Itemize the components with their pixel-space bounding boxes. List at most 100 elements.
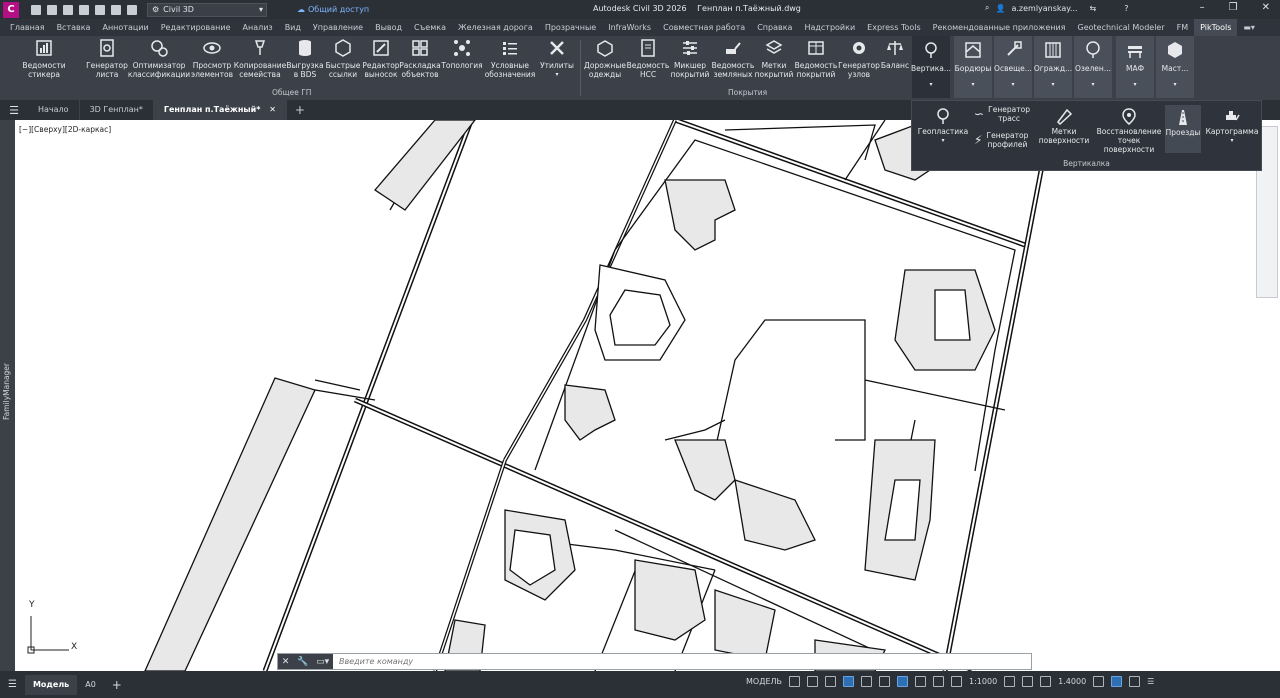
pik-curbs-button[interactable]: Бордюры ▾ [954, 36, 992, 98]
viewport-label[interactable]: [−][Сверху][2D-каркас] [19, 125, 111, 134]
earthworks-sheet-button[interactable]: Ведомость земляных [710, 38, 756, 79]
callout-editor-button[interactable]: Редактор выносок [362, 38, 400, 79]
command-input[interactable] [333, 654, 1031, 669]
lineweight-toggle-icon[interactable] [933, 676, 945, 687]
wrench-icon[interactable]: 🔧 [297, 657, 308, 667]
tab-survey[interactable]: Съемка [408, 19, 452, 36]
nss-sheet-button[interactable]: Ведомость НСС [626, 38, 670, 79]
tab-annotate[interactable]: Аннотации [96, 19, 154, 36]
family-copy-button[interactable]: Копирование семейства [234, 38, 286, 79]
restore-icon[interactable]: ❐ [1229, 2, 1238, 13]
hardware-accel-icon[interactable] [1111, 676, 1123, 687]
tab-fm[interactable]: FM [1171, 19, 1195, 36]
workspace-select[interactable]: ⚙ Civil 3D ▾ [147, 2, 267, 17]
cartogram-button[interactable]: Картограмма ▾ [1204, 107, 1260, 145]
restore-points-button[interactable]: Восстановление точек поверхности [1094, 107, 1164, 154]
tab-piktools[interactable]: PikTools [1194, 19, 1238, 36]
doc-tab-3d-genplan[interactable]: 3D Генплан* [80, 100, 154, 120]
object-layout-button[interactable]: Раскладка объектов [399, 38, 441, 79]
redo-icon[interactable] [127, 4, 137, 15]
legend-button[interactable]: Условные обозначения [484, 38, 536, 79]
ribbon-toggle-icon[interactable]: ▬▾ [1237, 19, 1261, 36]
coverage-sheet-button[interactable]: Ведомость покрытий [794, 38, 838, 79]
user-name[interactable]: a.zemlyanskay... [1011, 4, 1077, 13]
annotation-scale[interactable]: 1:1000 [969, 677, 997, 686]
share-button[interactable]: ☁ Общий доступ [297, 5, 369, 14]
clean-screen-icon[interactable] [1129, 676, 1141, 687]
profile-generator-button[interactable]: ⚡ Генератор профилей [974, 131, 1040, 149]
menu-icon[interactable]: ☰ [0, 104, 28, 117]
model-space-label[interactable]: МОДЕЛЬ [746, 677, 782, 686]
open-file-icon[interactable] [47, 4, 57, 15]
close-icon[interactable]: ✕ [1262, 2, 1270, 13]
undo-icon[interactable] [111, 4, 121, 15]
tab-addins[interactable]: Надстройки [798, 19, 861, 36]
add-tab-button[interactable]: + [287, 103, 313, 117]
drawing-canvas[interactable]: [−][Сверху][2D-каркас] Y X [15, 120, 1280, 671]
element-view-button[interactable]: Просмотр элементов [190, 38, 234, 79]
add-layout-button[interactable]: + [104, 675, 130, 695]
coverage-mixer-button[interactable]: Микшер покрытий [670, 38, 710, 79]
pik-fences-button[interactable]: Огражд... ▾ [1034, 36, 1072, 98]
object-track-icon[interactable] [915, 676, 927, 687]
object-snap-icon[interactable] [897, 676, 909, 687]
gear-icon[interactable] [1004, 676, 1016, 687]
node-generator-button[interactable]: Генератор узлов [838, 38, 880, 79]
classification-optimizer-button[interactable]: Оптимизатор классификации [128, 38, 190, 79]
lineweight-value[interactable]: 1.4000 [1058, 677, 1086, 686]
close-icon[interactable]: ✕ [282, 657, 290, 667]
help-icon[interactable]: ? [1124, 4, 1128, 13]
model-layout-tab[interactable]: Модель [24, 674, 78, 695]
infer-icon[interactable] [825, 676, 837, 687]
cart-icon[interactable]: ⇆ [1090, 4, 1097, 13]
close-icon[interactable]: ✕ [269, 105, 276, 114]
sticker-sheets-button[interactable]: Ведомости стикера [8, 38, 80, 79]
pik-vertical-button[interactable]: Вертика... ▾ [911, 36, 951, 98]
quick-links-button[interactable]: Быстрые ссылки [324, 38, 362, 79]
tab-insert[interactable]: Вставка [51, 19, 97, 36]
tab-geotechnical[interactable]: Geotechnical Modeler [1072, 19, 1171, 36]
pik-lighting-button[interactable]: Освеще... ▾ [994, 36, 1032, 98]
units-icon[interactable] [1040, 676, 1052, 687]
tab-express-tools[interactable]: Express Tools [861, 19, 927, 36]
tab-help[interactable]: Справка [751, 19, 798, 36]
pik-landscaping-button[interactable]: Озелен... ▾ [1074, 36, 1112, 98]
menu-icon[interactable]: ☰ [0, 675, 25, 695]
new-file-icon[interactable] [31, 4, 41, 15]
isolate-icon[interactable] [1093, 676, 1105, 687]
tab-view[interactable]: Вид [279, 19, 307, 36]
plus-icon[interactable] [1022, 676, 1034, 687]
tab-manage[interactable]: Управление [307, 19, 369, 36]
road-pavement-button[interactable]: Дорожные одежды [584, 38, 626, 79]
minimize-icon[interactable]: – [1200, 2, 1205, 13]
tab-infraworks[interactable]: InfraWorks [602, 19, 657, 36]
customize-icon[interactable]: ☰ [1147, 677, 1154, 686]
pik-maf-button[interactable]: МАФ ▾ [1116, 36, 1154, 98]
surface-labels-button[interactable]: Метки поверхности [1039, 107, 1089, 145]
topology-button[interactable]: Топология [440, 38, 484, 70]
snap-icon[interactable] [807, 676, 819, 687]
tab-rail[interactable]: Железная дорога [452, 19, 539, 36]
search-icon[interactable]: ⌕ [985, 3, 989, 13]
utilities-button[interactable]: Утилиты ▾ [538, 38, 576, 79]
a0-layout-tab[interactable]: A0 [77, 675, 104, 695]
geoplastics-button[interactable]: Геопластика ▾ [918, 107, 968, 145]
user-icon[interactable]: 👤 [995, 4, 1005, 13]
ortho-icon[interactable] [843, 676, 855, 687]
isodraft-icon[interactable] [879, 676, 891, 687]
tab-modify[interactable]: Редактирование [155, 19, 237, 36]
balance-button[interactable]: Баланс [880, 38, 910, 70]
transparency-icon[interactable] [951, 676, 963, 687]
bds-export-button[interactable]: Выгрузка в BDS [286, 38, 324, 79]
doc-tab-start[interactable]: Начало [28, 100, 80, 120]
save-icon[interactable] [63, 4, 73, 15]
passages-button[interactable]: Проезды [1165, 105, 1201, 153]
save-as-icon[interactable] [79, 4, 89, 15]
pik-master-button[interactable]: Маст... ▾ [1156, 36, 1194, 98]
tab-featured-apps[interactable]: Рекомендованные приложения [927, 19, 1072, 36]
command-history-icon[interactable]: ▭▾ [316, 657, 329, 667]
tab-output[interactable]: Вывод [369, 19, 408, 36]
tab-analyze[interactable]: Анализ [237, 19, 279, 36]
tab-home[interactable]: Главная [4, 19, 51, 36]
app-logo[interactable]: C [3, 1, 19, 18]
